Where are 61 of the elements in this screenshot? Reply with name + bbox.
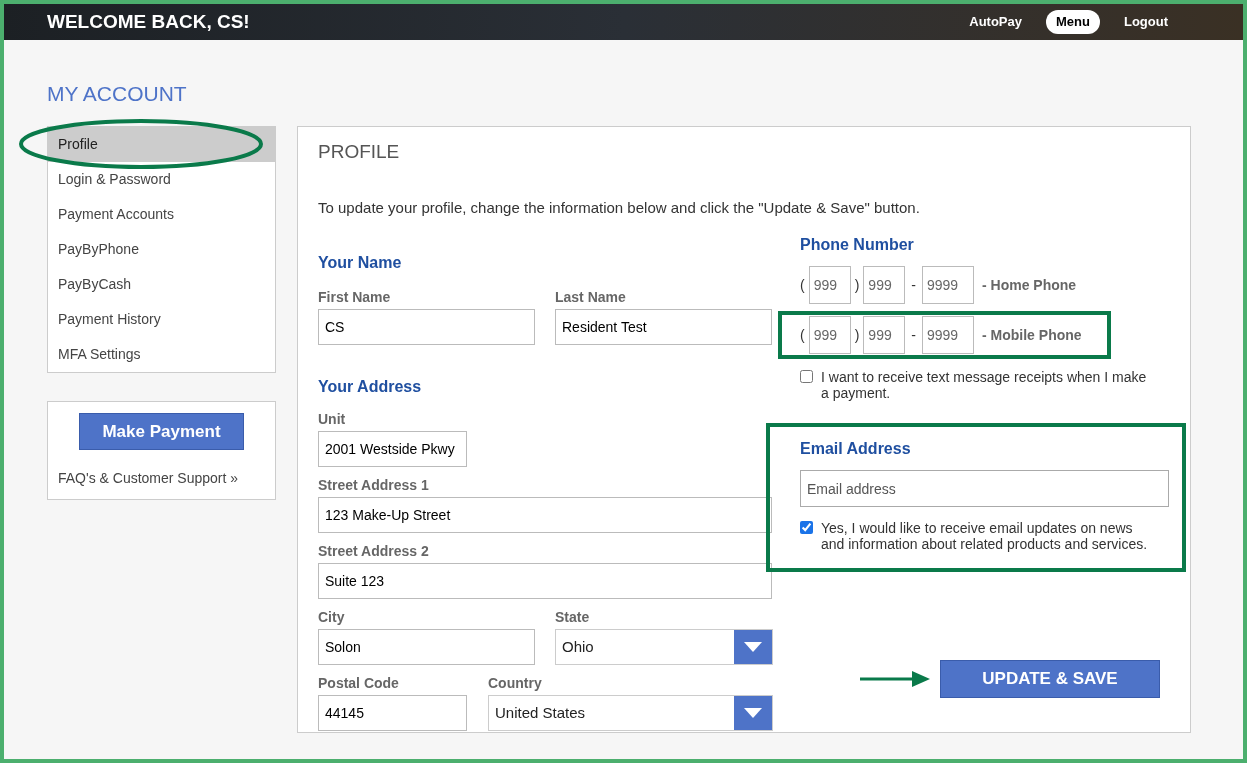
text-field[interactable]: 123 Make-Up Street bbox=[318, 497, 772, 533]
dropdown[interactable]: United States bbox=[488, 695, 773, 731]
welcome-title: WELCOME BACK, CS! bbox=[47, 9, 250, 34]
intro-text: To update your profile, change the information below and click the "Update & Save" button. bbox=[318, 197, 920, 218]
text-field[interactable]: 44145 bbox=[318, 695, 467, 731]
phone-type-label: - Mobile Phone bbox=[982, 325, 1082, 345]
field-label: Postal Code bbox=[318, 675, 400, 691]
sidebar-item[interactable]: Payment Accounts bbox=[48, 197, 275, 232]
field-label: State bbox=[555, 609, 591, 625]
sidebar-item[interactable]: MFA Settings bbox=[48, 337, 275, 372]
phone-type-label: - Home Phone bbox=[982, 275, 1077, 295]
checkbox[interactable] bbox=[800, 521, 813, 534]
text-field[interactable]: 2001 Westside Pkwy bbox=[318, 431, 467, 467]
field-label: City bbox=[318, 609, 346, 625]
section-heading: Your Name bbox=[318, 253, 402, 273]
section-heading: Phone Number bbox=[800, 235, 914, 255]
sidebar-item[interactable]: Profile bbox=[48, 127, 275, 162]
phone-field[interactable]: 999 bbox=[808, 316, 851, 354]
page-title: MY ACCOUNT bbox=[47, 82, 187, 106]
section-heading: Your Address bbox=[318, 377, 422, 397]
field-label: Street Address 2 bbox=[318, 543, 430, 559]
paren-text: ) bbox=[854, 275, 860, 295]
paren-text: ( bbox=[800, 275, 805, 295]
phone-field[interactable]: 999 bbox=[808, 266, 851, 304]
arrow-icon bbox=[860, 669, 932, 689]
sidebar-item[interactable]: PayByPhone bbox=[48, 232, 275, 267]
sidebar-item[interactable]: PayByCash bbox=[48, 267, 275, 302]
nav-link[interactable]: Menu bbox=[1046, 10, 1100, 34]
text-field[interactable]: Resident Test bbox=[555, 309, 772, 345]
paren-text: ( bbox=[800, 325, 805, 345]
panel-title: PROFILE bbox=[318, 140, 400, 164]
nav-link[interactable]: Logout bbox=[1113, 10, 1178, 34]
dash-text: - bbox=[910, 325, 917, 345]
make-payment-button[interactable]: Make Payment bbox=[79, 413, 244, 450]
caret-icon bbox=[744, 642, 762, 652]
phone-field[interactable]: 9999 bbox=[922, 316, 974, 354]
paren-text: ) bbox=[854, 325, 860, 345]
dash-text: - bbox=[910, 275, 917, 295]
phone-field[interactable]: 999 bbox=[863, 316, 906, 354]
field-label: First Name bbox=[318, 289, 392, 305]
text-field[interactable]: Suite 123 bbox=[318, 563, 772, 599]
checkbox-label: Yes, I would like to receive email updates on news and information about related products and services. bbox=[821, 520, 1149, 552]
field-label: Last Name bbox=[555, 289, 627, 305]
email-field[interactable]: Email address bbox=[800, 470, 1169, 507]
text-field[interactable]: CS bbox=[318, 309, 535, 345]
field-label: Unit bbox=[318, 411, 347, 427]
support-link[interactable]: FAQ's & Customer Support » bbox=[58, 468, 239, 489]
nav-link[interactable]: AutoPay bbox=[959, 10, 1032, 34]
sidebar-item[interactable]: Payment History bbox=[48, 302, 275, 337]
field-label: Street Address 1 bbox=[318, 477, 430, 493]
phone-field[interactable]: 9999 bbox=[922, 266, 974, 304]
field-label: Country bbox=[488, 675, 543, 691]
sidebar-item[interactable]: Login & Password bbox=[48, 162, 275, 197]
checkbox-label: I want to receive text message receipts when I make a payment. bbox=[821, 369, 1148, 401]
text-field[interactable]: Solon bbox=[318, 629, 535, 665]
checkbox[interactable] bbox=[800, 370, 813, 383]
phone-field[interactable]: 999 bbox=[863, 266, 906, 304]
update-save-button[interactable]: UPDATE & SAVE bbox=[940, 660, 1160, 698]
dropdown[interactable]: Ohio bbox=[555, 629, 773, 665]
section-heading: Email Address bbox=[800, 439, 911, 459]
caret-icon bbox=[744, 708, 762, 718]
